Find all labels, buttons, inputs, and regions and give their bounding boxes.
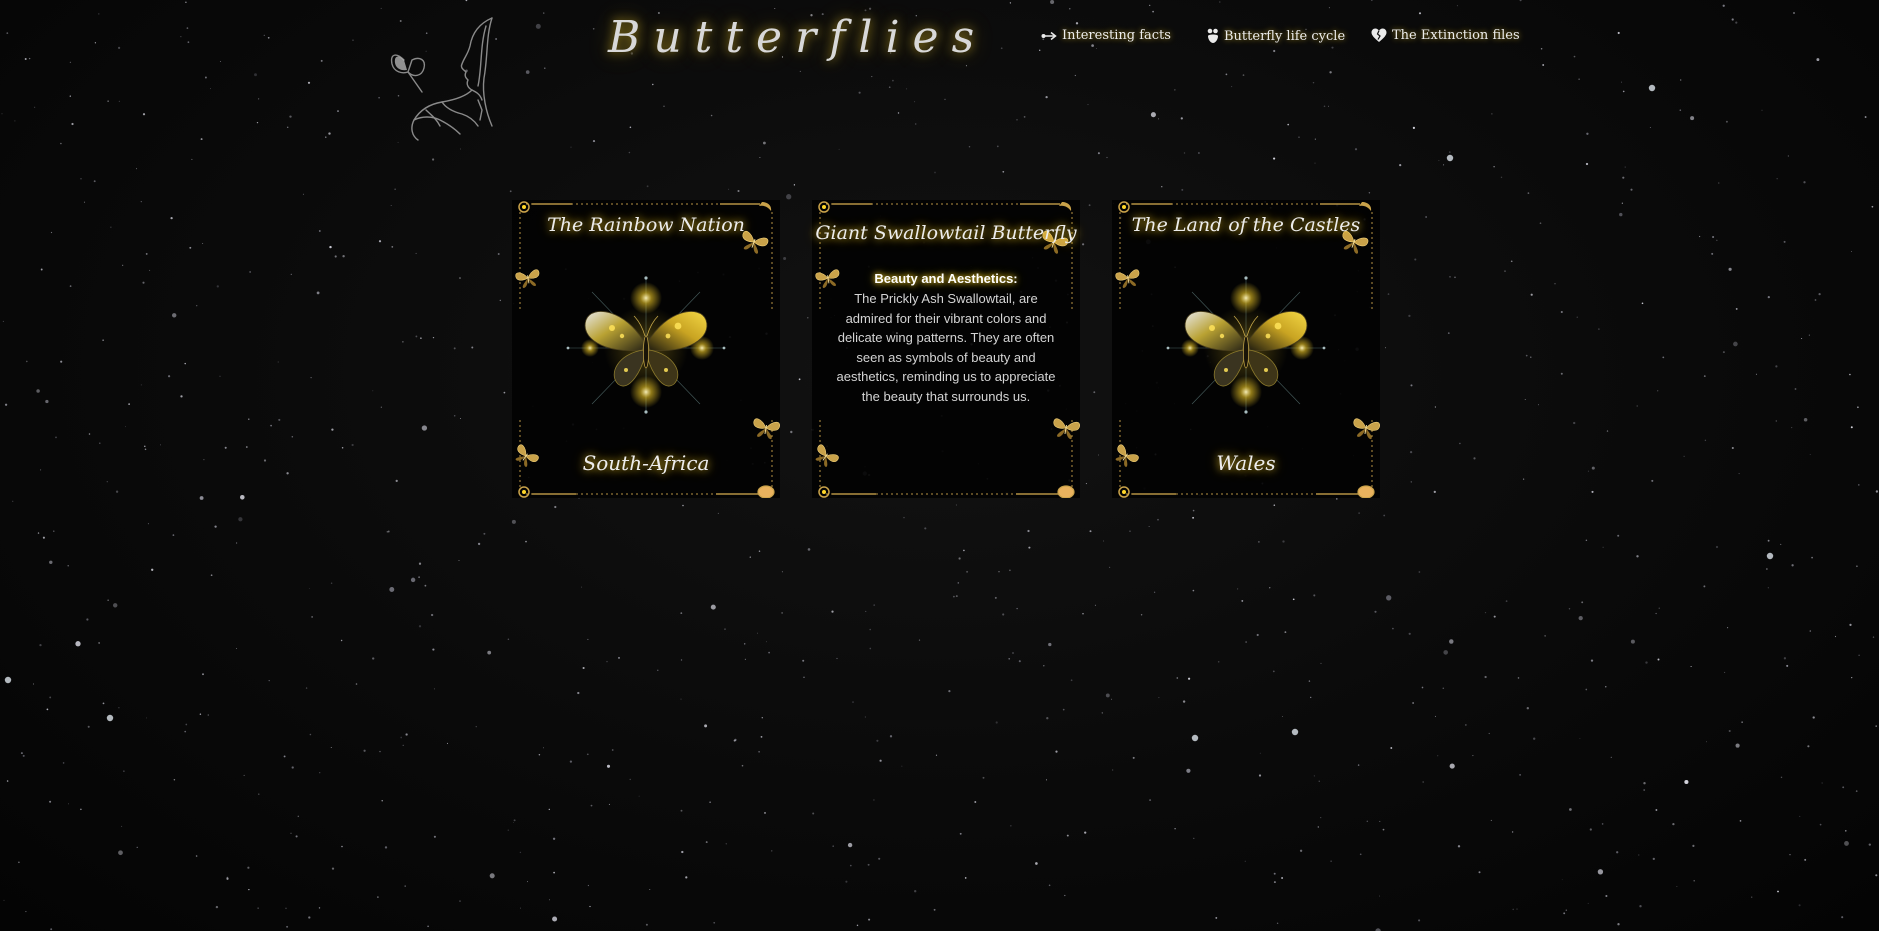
life-cycle-icon <box>1207 28 1218 43</box>
fact-body: The Prickly Ash Swallowtail, are admired… <box>836 291 1056 404</box>
nav-label-butterfly-life-cycle: Butterfly life cycle <box>1224 28 1346 44</box>
card-giant-swallowtail[interactable]: Giant Swallowtail Butterfly Beauty and A… <box>812 200 1080 498</box>
card-wales[interactable]: The Land of the Castles Wales <box>1112 200 1380 498</box>
nav-link-butterfly-life-cycle[interactable]: Butterfly life cycle <box>1207 28 1345 44</box>
nav-label-interesting-facts: Interesting facts <box>1062 28 1171 43</box>
nav-label-extinction-files: The Extinction files <box>1392 28 1520 43</box>
card-south-africa[interactable]: The Rainbow Nation South-Africa <box>512 200 780 498</box>
arrow-right-icon <box>1041 31 1057 40</box>
card-caption: South-Africa <box>582 451 710 475</box>
broken-heart-icon <box>1371 28 1387 42</box>
card-title: The Land of the Castles <box>1131 214 1361 236</box>
card-title: The Rainbow Nation <box>547 214 745 236</box>
card-title: Giant Swallowtail Butterfly <box>815 222 1077 244</box>
fact-heading: Beauty and Aesthetics: <box>874 271 1018 286</box>
glowing-butterfly-image <box>566 276 726 414</box>
main-navigation: Interesting facts Butterfly life cycle T… <box>0 28 1879 52</box>
card-caption: Wales <box>1216 451 1276 475</box>
glowing-butterfly-image <box>1166 276 1326 414</box>
nav-link-interesting-facts[interactable]: Interesting facts <box>1041 28 1171 43</box>
nav-link-extinction-files[interactable]: The Extinction files <box>1371 28 1520 43</box>
page-background: Butterflies Interesting facts Butterfly … <box>0 0 1879 931</box>
